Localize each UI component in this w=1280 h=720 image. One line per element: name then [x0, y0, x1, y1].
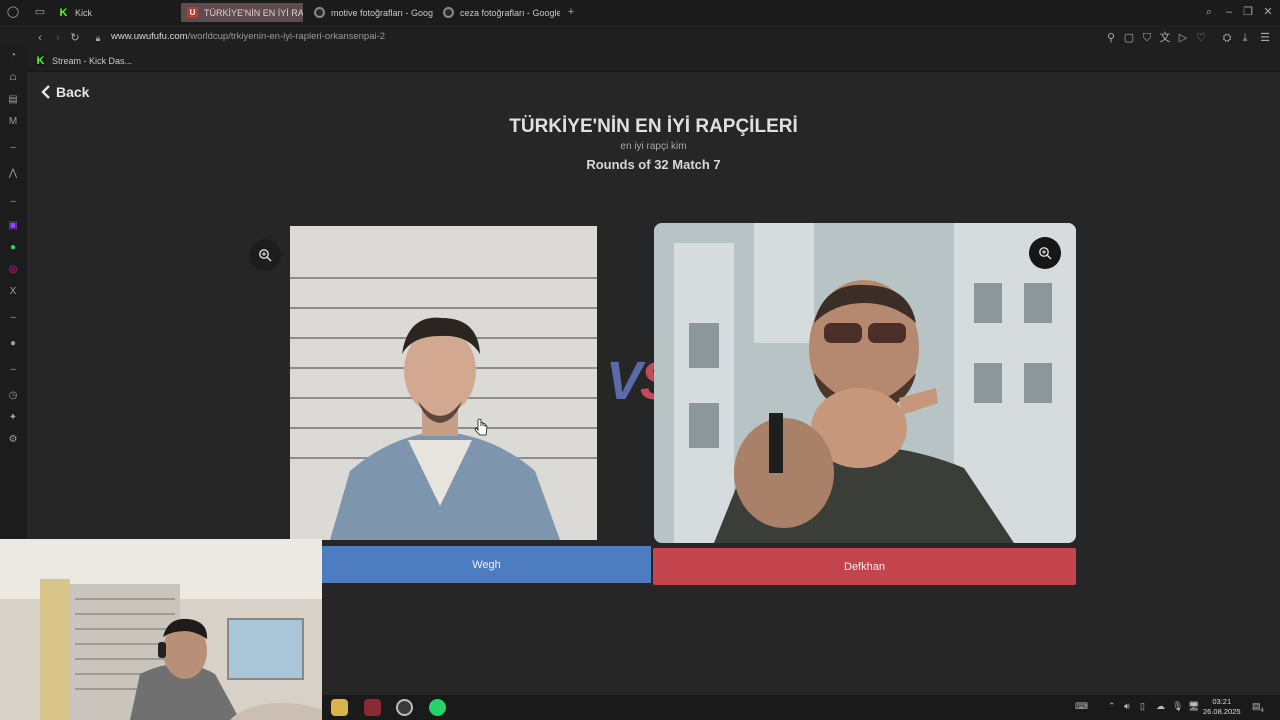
uwufufu-icon: U	[187, 7, 198, 18]
url-path: /worldcup/trkiyenin-en-iyi-rapleri-orkan…	[187, 31, 386, 42]
network-icon[interactable]: 🖥︎	[1188, 701, 1199, 712]
forward-nav-icon[interactable]: ›	[51, 32, 65, 44]
vivaldi-taskbar-icon[interactable]	[364, 699, 381, 716]
tab-label: TÜRKİYE'NİN EN İYİ RAP	[204, 7, 303, 18]
bookmark-item[interactable]: K Stream - Kick Das...	[35, 54, 133, 67]
page-title: TÜRKİYE'NİN EN İYİ RAPÇİLERİ	[509, 116, 798, 137]
right-zoom-button[interactable]	[1029, 237, 1061, 269]
minimize-icon[interactable]: –	[1222, 6, 1236, 18]
right-photo	[654, 223, 1076, 543]
clock-icon[interactable]: ◷	[7, 390, 19, 402]
page-subtitle: en iyi rapçi kim	[620, 141, 687, 152]
taskbar	[322, 695, 1280, 720]
new-tab-button[interactable]: +	[564, 6, 578, 18]
round-info: Rounds of 32 Match 7	[586, 157, 721, 172]
extension-icon[interactable]: ●	[7, 338, 19, 350]
keyboard-icon[interactable]: ⌨	[1075, 701, 1088, 712]
clock-date: 26.08.2025	[1203, 707, 1241, 716]
tab-label: Kick	[75, 7, 93, 18]
kick-icon: K	[35, 54, 46, 67]
download-icon[interactable]: ⤓	[1238, 32, 1252, 44]
notification-icon[interactable]: ▤4	[1252, 701, 1264, 714]
x-icon[interactable]: X	[7, 286, 19, 298]
choose-right-button[interactable]: Defkhan	[653, 548, 1076, 585]
kick-icon: K	[58, 6, 69, 19]
back-button[interactable]: Back	[40, 84, 89, 100]
choose-left-button[interactable]: Wegh	[322, 546, 651, 583]
webcam-overlay	[0, 539, 322, 720]
microphone-icon[interactable]: 🎙︎	[1172, 701, 1183, 712]
tab-workspace-icon[interactable]: ▭	[33, 6, 47, 18]
close-window-icon[interactable]: ✕	[1261, 6, 1275, 18]
wallet-icon[interactable]: ⛭	[1220, 32, 1234, 44]
menu-icon[interactable]: ☰	[1258, 32, 1272, 44]
bookmarks-bar	[0, 50, 1280, 72]
play-icon[interactable]: ▷	[1176, 32, 1190, 44]
bookmark-label: Stream - Kick Das...	[52, 55, 133, 66]
file-explorer-icon[interactable]	[331, 699, 348, 716]
tray-arrow-icon[interactable]: ⌃	[1108, 701, 1116, 712]
left-candidate-image[interactable]	[290, 226, 597, 540]
cursor-icon	[474, 418, 488, 436]
heart-icon[interactable]: ♡	[1194, 32, 1208, 44]
reload-icon[interactable]: ↻	[68, 32, 82, 44]
pin-icon[interactable]: ⚲	[1104, 32, 1118, 44]
right-candidate-image[interactable]	[654, 223, 1076, 543]
webcam-feed	[0, 539, 322, 720]
settings-icon[interactable]: ⚙	[7, 434, 19, 446]
zoom-in-icon	[259, 249, 272, 262]
cloud-icon[interactable]: ☁	[1156, 701, 1165, 712]
chevron-left-icon	[41, 85, 50, 99]
puzzle-icon[interactable]: ✦	[7, 412, 19, 424]
vs-v: V	[606, 351, 642, 411]
zoom-in-icon	[1039, 247, 1052, 260]
tab-kick[interactable]: K Kick	[52, 3, 177, 22]
speed-dial-icon[interactable]: ◔	[7, 50, 19, 62]
divider: –	[10, 312, 16, 323]
whatsapp-taskbar-icon[interactable]	[429, 699, 446, 716]
divider: –	[10, 364, 16, 375]
tab-uwufufu[interactable]: U TÜRKİYE'NİN EN İYİ RAP	[181, 3, 303, 22]
restore-icon[interactable]: ❐	[1241, 6, 1255, 18]
right-choice-name: Defkhan	[844, 560, 885, 573]
tab-motive[interactable]: motive fotoğrafları - Goog	[308, 3, 433, 22]
tab-label: motive fotoğrafları - Goog	[331, 7, 433, 18]
twitch-icon[interactable]: ▣	[7, 220, 19, 232]
clock-time: 03:21	[1212, 697, 1232, 706]
address-bar[interactable]: www.uwufufu.com/worldcup/trkiyenin-en-iy…	[111, 31, 385, 42]
url-domain: www.uwufufu.com	[111, 31, 188, 42]
search-tabs-icon[interactable]: ⌕	[1202, 6, 1216, 18]
obs-icon[interactable]	[396, 699, 413, 716]
tab-label: ceza fotoğrafları - Google	[460, 7, 560, 18]
browser-menu-icon[interactable]: ◯	[6, 6, 20, 18]
divider: –	[10, 196, 16, 207]
notification-count: 4	[1260, 707, 1264, 714]
whatsapp-icon[interactable]: ●	[7, 242, 19, 254]
snapshot-icon[interactable]: ▢	[1122, 32, 1136, 44]
google-icon	[443, 7, 454, 18]
left-photo	[290, 226, 597, 540]
translate-icon[interactable]: 文	[1158, 32, 1172, 44]
google-icon	[314, 7, 325, 18]
bookmarks-icon[interactable]: ⩍	[7, 72, 19, 84]
left-zoom-button[interactable]	[249, 239, 281, 271]
shield-icon[interactable]: ⛉	[1140, 32, 1154, 44]
tab-ceza[interactable]: ceza fotoğrafları - Google	[437, 3, 560, 22]
lock-icon: 🔒︎	[95, 33, 101, 43]
left-choice-name: Wegh	[472, 558, 501, 571]
taskbar-clock[interactable]: 03:21 26.08.2025	[1203, 697, 1241, 717]
back-nav-icon[interactable]: ‹	[33, 32, 47, 44]
history-panel-icon[interactable]: ▤	[7, 94, 19, 106]
volume-icon[interactable]: 🔊︎	[1124, 701, 1130, 712]
device-icon[interactable]: ▯	[1140, 701, 1145, 712]
back-label: Back	[56, 84, 90, 100]
instagram-icon[interactable]: ◎	[7, 264, 19, 276]
